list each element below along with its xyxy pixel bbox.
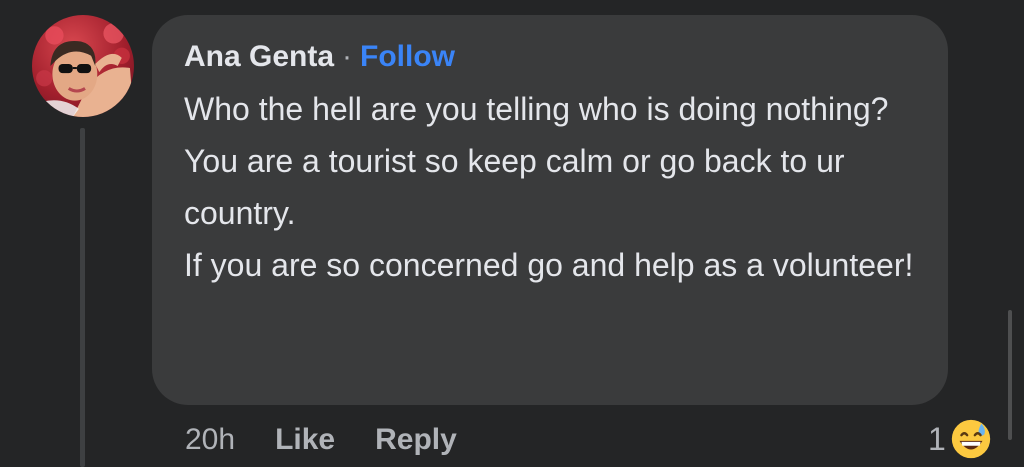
reply-button[interactable]: Reply xyxy=(375,423,457,456)
thread-line xyxy=(80,128,85,467)
follow-button[interactable]: Follow xyxy=(360,40,455,73)
timestamp[interactable]: 20h xyxy=(185,423,235,456)
grinning-sweat-emoji-icon xyxy=(949,417,992,461)
reaction-summary[interactable]: 1 xyxy=(928,417,994,461)
comment-text: Who the hell are you telling who is doin… xyxy=(184,83,924,291)
comment-actions: 20h Like Reply xyxy=(185,420,457,460)
comment-thread: Ana Genta · Follow Who the hell are you te… xyxy=(0,0,1024,467)
comment-line: Who the hell are you telling who is doin… xyxy=(184,91,889,127)
avatar-photo xyxy=(32,23,134,117)
scrollbar[interactable] xyxy=(1008,310,1012,440)
comment-line: You are a tourist so keep calm or go bac… xyxy=(184,143,845,231)
comment-line: If you are so concerned go and help as a… xyxy=(184,247,914,283)
comment-header: Ana Genta · Follow xyxy=(184,37,455,77)
separator-dot: · xyxy=(342,40,353,73)
comment-bubble: Ana Genta · Follow Who the hell are you te… xyxy=(152,15,948,405)
avatar[interactable] xyxy=(32,15,134,117)
author-name[interactable]: Ana Genta xyxy=(184,40,334,73)
reaction-count: 1 xyxy=(928,421,946,457)
like-button[interactable]: Like xyxy=(275,423,335,456)
